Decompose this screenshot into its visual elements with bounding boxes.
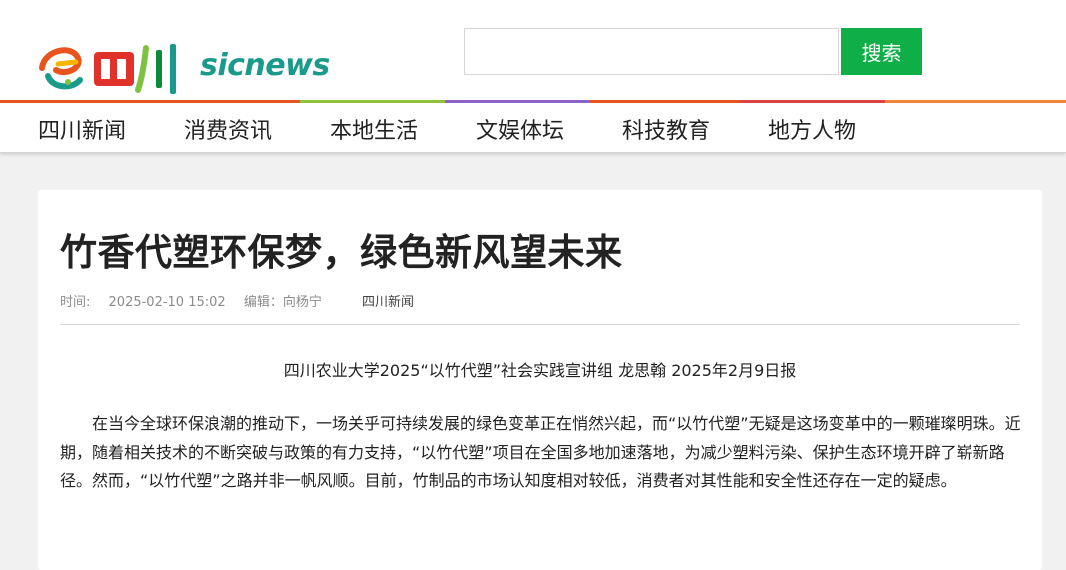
publish-time: 2025-02-10 15:02	[108, 295, 226, 310]
main-nav: 四川新闻 消费资讯 本地生活 文娱体坛 科技教育 地方人物	[0, 103, 1066, 153]
nav-item-tech-education[interactable]: 科技教育	[622, 113, 710, 145]
nav-item-local-life[interactable]: 本地生活	[330, 113, 418, 145]
nav-item-local-people[interactable]: 地方人物	[768, 113, 856, 145]
article-byline: 四川农业大学2025“以竹代塑”社会实践宣讲组 龙思翰 2025年2月9日报	[283, 361, 797, 380]
channel-link[interactable]: 四川新闻	[362, 295, 414, 310]
article-title: 竹香代塑环保梦，绿色新风望未来	[60, 231, 623, 274]
time-label: 时间:	[60, 295, 91, 310]
logo-mark-icon	[39, 44, 176, 94]
nav-item-sichuan-news[interactable]: 四川新闻	[38, 113, 126, 145]
site-header: sicnews 搜索	[0, 0, 1066, 100]
site-logo[interactable]: sicnews	[38, 36, 330, 96]
article-card: 竹香代塑环保梦，绿色新风望未来 时间: 2025-02-10 15:02 编辑：…	[38, 190, 1042, 570]
meta-divider	[60, 324, 1020, 325]
logo-wordmark: sicnews	[200, 48, 330, 83]
article-paragraph: 在当今全球环保浪潮的推动下，一场关乎可持续发展的绿色变革正在悄然兴起，而“以竹代…	[60, 414, 1021, 490]
article-meta: 时间: 2025-02-10 15:02 编辑：向杨宁 四川新闻	[60, 291, 414, 310]
nav-item-consumer-info[interactable]: 消费资讯	[184, 113, 272, 145]
search-button[interactable]: 搜索	[841, 28, 922, 75]
nav-item-entertainment-sports[interactable]: 文娱体坛	[476, 113, 564, 145]
search-input[interactable]	[464, 28, 839, 75]
editor-name: 编辑：向杨宁	[243, 295, 322, 310]
